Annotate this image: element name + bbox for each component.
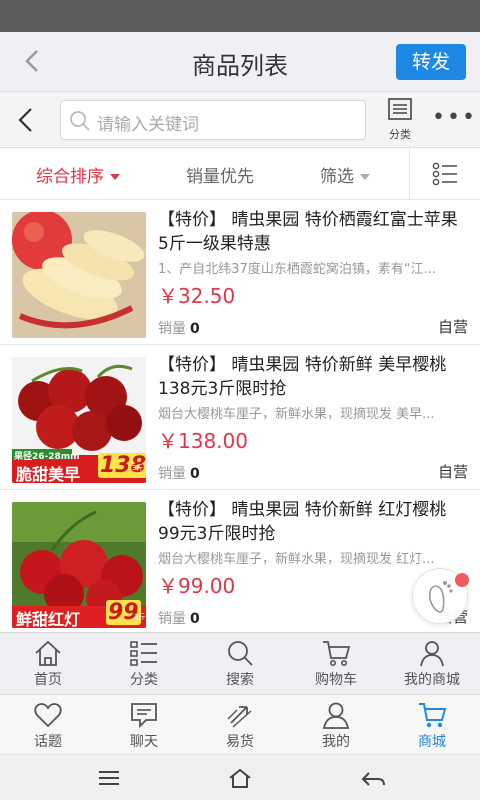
nav-category[interactable]: 分类 xyxy=(96,633,192,694)
secondary-nav: 话题 聊天 易货 我的 商城 xyxy=(0,694,480,754)
search-icon xyxy=(228,641,253,666)
more-options-icon[interactable]: ••• xyxy=(432,107,475,129)
product-image-cherry-meizao: 果径26-28mm 脆甜美早 138 3斤 xyxy=(12,357,146,483)
nav-topic[interactable]: 话题 xyxy=(0,695,96,754)
product-sales: 销量 0 xyxy=(158,321,200,337)
category-icon xyxy=(130,641,157,666)
divider xyxy=(409,148,410,200)
self-operated-tag: 自营 xyxy=(437,318,468,336)
product-item-apple[interactable]: 【特价】 晴虫果园 特价栖霞红富士苹果 5斤一级果特惠 1、产自北纬37度山东栖… xyxy=(0,200,480,345)
shop-cart-icon xyxy=(419,703,447,728)
back-chevron-icon[interactable] xyxy=(14,106,38,134)
menu-icon[interactable] xyxy=(96,767,122,789)
search-bar: 请输入关键词 分类 ••• xyxy=(0,92,480,148)
user-icon xyxy=(420,641,444,667)
cart-icon xyxy=(323,641,351,666)
nav-home[interactable]: 首页 xyxy=(0,633,96,694)
search-input[interactable]: 请输入关键词 xyxy=(60,100,366,140)
home-icon xyxy=(35,640,61,666)
nav-mall[interactable]: 商城 xyxy=(384,695,480,754)
product-image-cherry-hongdeng: 鲜甜红灯 99 3斤 xyxy=(12,502,146,628)
product-price: ￥99.00 xyxy=(158,574,236,598)
nav-my-mall[interactable]: 我的商城 xyxy=(384,633,480,694)
product-list: 【特价】 晴虫果园 特价栖霞红富士苹果 5斤一级果特惠 1、产自北纬37度山东栖… xyxy=(0,200,480,632)
self-operated-tag: 自营 xyxy=(437,463,468,481)
notification-dot xyxy=(455,573,469,587)
home-key-icon[interactable] xyxy=(227,767,253,789)
nav-mine[interactable]: 我的 xyxy=(288,695,384,754)
caret-down-icon xyxy=(110,174,120,180)
title-bar: 商品列表 转发 xyxy=(0,32,480,92)
exchange-icon xyxy=(227,706,252,728)
search-icon xyxy=(70,111,90,131)
caret-down-icon xyxy=(360,174,370,180)
chat-icon xyxy=(131,703,157,729)
product-description: 烟台大樱桃车厘子，新鲜水果，现摘现发 美早... xyxy=(158,407,435,422)
search-placeholder: 请输入关键词 xyxy=(97,115,199,135)
list-view-icon[interactable] xyxy=(432,162,458,186)
sort-tab-sales[interactable]: 销量优先 xyxy=(186,162,254,187)
footprint-button[interactable] xyxy=(412,568,469,624)
promo-unit: 3斤 xyxy=(134,613,146,621)
promo-unit: 3斤 xyxy=(132,464,144,472)
status-bar xyxy=(0,0,480,32)
profile-icon xyxy=(322,702,350,729)
product-item-cherry-hongdeng[interactable]: 鲜甜红灯 99 3斤 【特价】 晴虫果园 特价新鲜 红灯樱桃 99元3斤限时抢 … xyxy=(0,490,480,632)
product-name: 【特价】 晴虫果园 特价新鲜 红灯樱桃 99元3斤限时抢 xyxy=(158,500,447,544)
sort-tab-filter[interactable]: 筛选 xyxy=(320,162,370,187)
product-name: 【特价】 晴虫果园 特价栖霞红富士苹果 5斤一级果特惠 xyxy=(158,210,458,254)
nav-cart[interactable]: 购物车 xyxy=(288,633,384,694)
sort-tab-comprehensive[interactable]: 综合排序 xyxy=(36,162,120,187)
product-price: ￥32.50 xyxy=(158,284,236,308)
promo-slogan: 鲜甜红灯 xyxy=(16,610,81,628)
product-description: 1、产自北纬37度山东栖霞蛇窝泊镇，素有“江... xyxy=(158,262,436,277)
heart-icon xyxy=(34,703,62,728)
product-sales: 销量 0 xyxy=(158,466,200,482)
product-image-apple xyxy=(12,212,146,338)
category-list-icon xyxy=(388,98,412,120)
nav-barter[interactable]: 易货 xyxy=(192,695,288,754)
back-key-icon[interactable] xyxy=(360,767,386,789)
sort-bar: 综合排序 销量优先 筛选 xyxy=(0,148,480,200)
category-button[interactable]: 分类 xyxy=(384,98,416,142)
nav-chat[interactable]: 聊天 xyxy=(96,695,192,754)
category-label: 分类 xyxy=(389,128,411,141)
primary-nav: 首页 分类 搜索 购物车 我的商城 xyxy=(0,632,480,694)
product-sales: 销量 0 xyxy=(158,611,200,627)
product-item-cherry-meizao[interactable]: 果径26-28mm 脆甜美早 138 3斤 【特价】 晴虫果园 特价新鲜 美早樱… xyxy=(0,345,480,490)
product-price: ￥138.00 xyxy=(158,429,248,453)
product-description: 烟台大樱桃车厘子，新鲜水果，现摘现发 红灯... xyxy=(158,552,435,567)
system-nav-bar xyxy=(0,754,480,800)
promo-slogan: 脆甜美早 xyxy=(16,465,81,483)
product-name: 【特价】 晴虫果园 特价新鲜 美早樱桃 138元3斤限时抢 xyxy=(158,355,447,399)
nav-search[interactable]: 搜索 xyxy=(192,633,288,694)
share-button[interactable]: 转发 xyxy=(396,44,466,80)
